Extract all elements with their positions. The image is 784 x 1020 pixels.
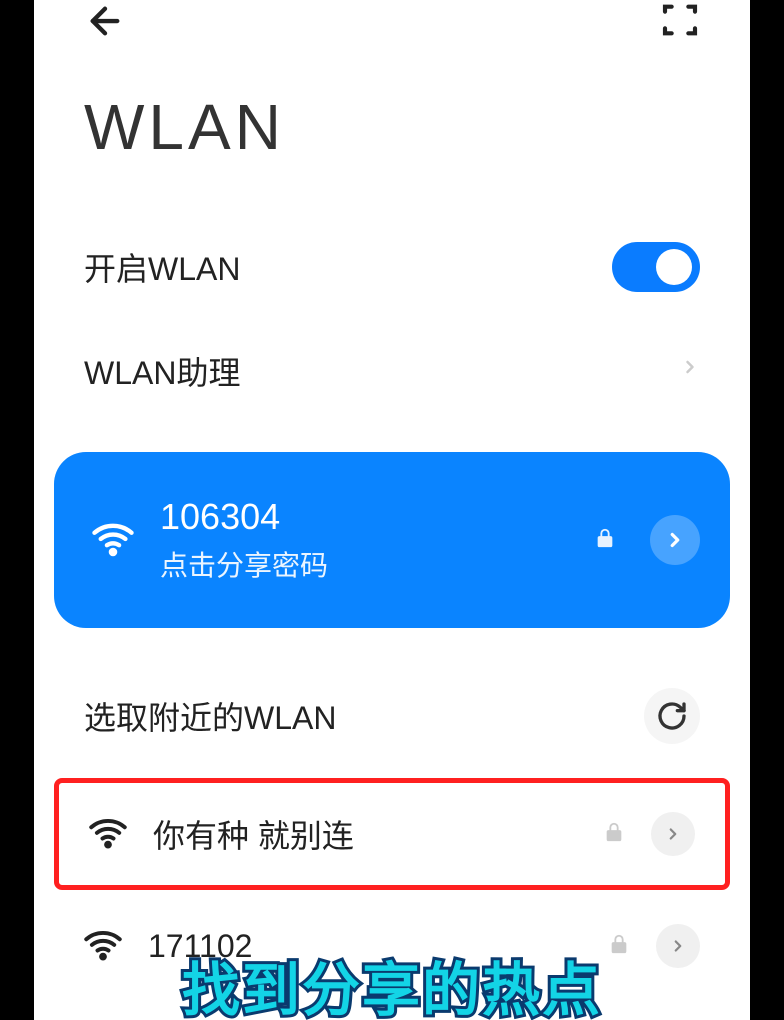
connected-ssid: 106304 [160,496,568,538]
enable-wlan-label: 开启WLAN [84,244,240,290]
lock-icon [603,821,625,848]
highlighted-network: 你有种 就别连 [54,778,730,890]
wifi-icon [92,517,134,564]
lock-icon [594,527,616,554]
nearby-section-title: 选取附近的WLAN [84,693,336,739]
refresh-button[interactable] [644,688,700,744]
network-ssid: 你有种 就别连 [153,811,577,857]
wlan-assistant-label: WLAN助理 [84,348,240,394]
connected-network-card[interactable]: 106304 点击分享密码 [54,452,730,628]
back-button[interactable] [84,0,126,42]
network-row[interactable]: 你有种 就别连 [59,783,725,885]
network-detail-button[interactable] [651,812,695,856]
chevron-right-icon [680,351,700,391]
video-caption: 找到分享的热点 [34,962,750,1020]
connected-subtitle: 点击分享密码 [160,544,568,584]
wlan-assistant-row[interactable]: WLAN助理 [84,320,700,422]
lock-icon [608,933,630,960]
scan-button[interactable] [660,0,700,40]
page-title: WLAN [34,40,750,194]
enable-wlan-row: 开启WLAN [84,214,700,320]
wifi-icon [89,813,127,856]
connected-detail-button[interactable] [650,515,700,565]
wlan-toggle[interactable] [612,242,700,292]
